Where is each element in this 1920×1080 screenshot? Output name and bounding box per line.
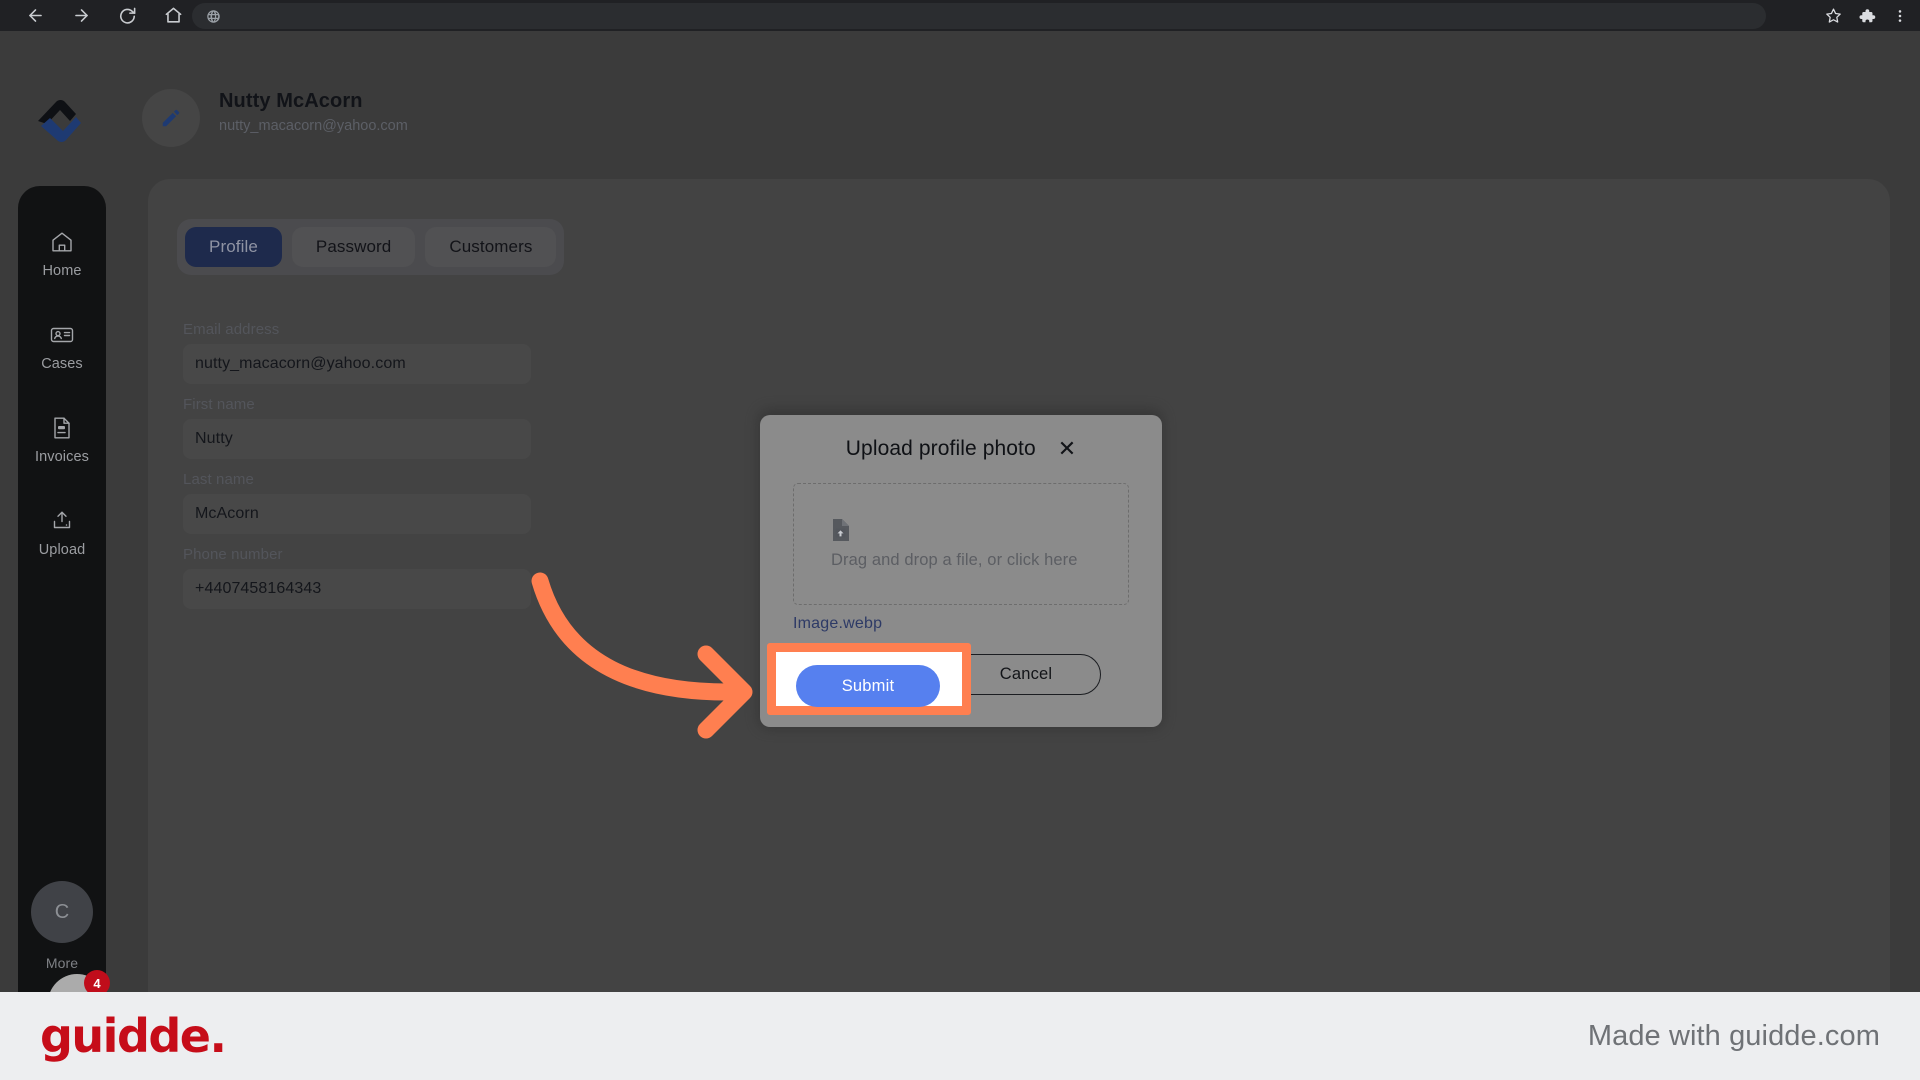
home-icon [50,228,74,256]
field-label: Last name [183,471,254,488]
header-user-email: nutty_macacorn@yahoo.com [219,118,408,134]
edit-profile-photo-button[interactable] [142,89,200,147]
sidebar-item-upload[interactable]: Upload [18,507,106,558]
guidde-footer-logo: guidde. [40,1009,227,1063]
pencil-icon [162,109,180,127]
email-field[interactable]: nutty_macacorn@yahoo.com [183,344,531,384]
reload-icon [119,7,135,24]
star-icon[interactable] [1825,7,1842,24]
arrow-left-icon [28,9,42,22]
page-title: Nutty McAcorn [219,90,363,112]
uploaded-file-name[interactable]: Image.webp [793,615,882,633]
last-name-field[interactable]: McAcorn [183,494,531,534]
puzzle-icon[interactable] [1858,7,1876,25]
file-upload-icon [831,518,1128,546]
upload-icon [49,507,75,535]
sidebar-item-invoices[interactable]: Invoices [18,414,106,465]
browser-nav-group [18,0,190,31]
invoice-document-icon [50,414,74,442]
field-label: Email address [183,321,280,338]
forward-button[interactable] [64,0,98,31]
file-dropzone[interactable]: Drag and drop a file, or click here [793,483,1129,605]
sidebar-item-label: Cases [41,356,83,372]
dropzone-text: Drag and drop a file, or click here [831,550,1078,569]
arrow-right-icon [74,9,88,22]
id-card-icon [49,321,75,349]
app-header: Nutty McAcorn nutty_macacorn@yahoo.com [0,31,1920,147]
sidebar-footer: C More [18,881,106,971]
sidebar: Home Cases Invoices Upload C More [18,186,106,1026]
first-name-field[interactable]: Nutty [183,419,531,459]
form-field-phone-number: Phone number +4407458164343 [183,546,531,609]
header-user-info: Nutty McAcorn nutty_macacorn@yahoo.com [219,88,408,136]
form-field-email: Email address nutty_macacorn@yahoo.com [183,321,531,384]
browser-toolbar-right [1825,0,1920,31]
sidebar-item-label: Upload [38,542,86,558]
sidebar-item-label: Invoices [35,449,89,465]
home-button[interactable] [156,0,190,31]
home-icon [165,7,181,23]
tab-bar: Profile Password Customers [177,219,565,275]
guidde-footer: guidde. Made with guidde.com [0,992,1920,1080]
three-dot-menu-icon[interactable] [1892,8,1908,24]
field-label: Phone number [183,546,283,563]
back-button[interactable] [18,0,52,31]
address-bar[interactable] [192,3,1766,29]
tab-customers[interactable]: Customers [425,227,557,267]
reload-button[interactable] [110,0,144,31]
field-label: First name [183,396,255,413]
sidebar-item-cases[interactable]: Cases [18,321,106,372]
sidebar-more-label: More [45,955,79,971]
tab-password[interactable]: Password [291,227,416,267]
close-x-icon[interactable]: ✕ [1058,438,1076,460]
app-logo-icon [28,88,90,150]
browser-toolbar [0,0,1920,31]
profile-form: Email address nutty_macacorn@yahoo.com F… [183,321,531,621]
form-field-last-name: Last name McAcorn [183,471,531,534]
modal-header: Upload profile photo ✕ [760,415,1162,461]
guidde-highlight-box: Submit [767,643,971,715]
screen-root: Nutty McAcorn nutty_macacorn@yahoo.com H… [0,0,1920,1080]
form-field-first-name: First name Nutty [183,396,531,459]
avatar-initial: C [54,900,70,923]
app-viewport: Nutty McAcorn nutty_macacorn@yahoo.com H… [0,31,1920,1080]
globe-icon [206,9,221,24]
modal-title: Upload profile photo [845,437,1036,460]
sidebar-item-label: Home [42,263,82,279]
cancel-button[interactable]: Cancel [951,654,1101,695]
avatar[interactable]: C [31,881,93,943]
submit-button-highlighted[interactable]: Submit [796,665,940,707]
tab-profile[interactable]: Profile [185,227,282,267]
guidde-footer-made-with: Made with guidde.com [1587,1019,1880,1052]
phone-number-field[interactable]: +4407458164343 [183,569,531,609]
sidebar-item-home[interactable]: Home [18,228,106,279]
